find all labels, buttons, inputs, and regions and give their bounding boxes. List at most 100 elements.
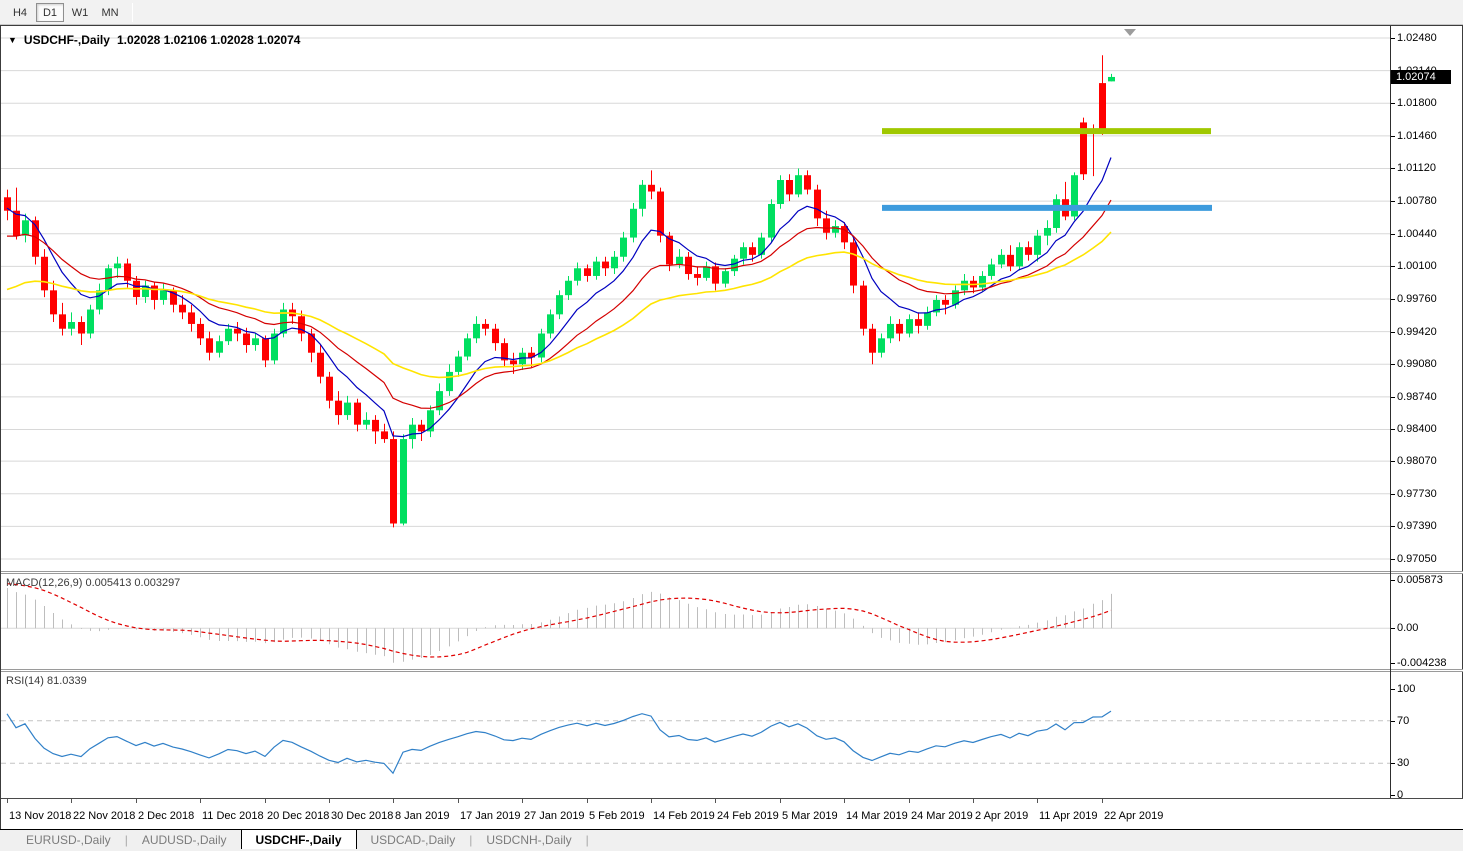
axis-tick-mark	[1391, 201, 1395, 202]
date-tick-mark	[522, 799, 523, 803]
date-axis-label: 22 Apr 2019	[1104, 810, 1163, 822]
date-axis-label: 30 Dec 2018	[331, 810, 393, 822]
date-tick-mark	[1102, 799, 1103, 803]
date-axis-label: 2 Dec 2018	[138, 810, 194, 822]
price-axis-label: 1.00100	[1397, 260, 1463, 273]
axis-tick-mark	[1391, 461, 1395, 462]
axis-tick-mark	[1391, 397, 1395, 398]
price-axis-label: 0.99420	[1397, 326, 1463, 339]
date-axis-label: 5 Feb 2019	[589, 810, 645, 822]
date-axis: 13 Nov 201822 Nov 20182 Dec 2018 11 Dec 2…	[1, 798, 1463, 829]
axis-tick-mark	[1391, 559, 1395, 560]
date-tick-mark	[651, 799, 652, 803]
toolbar-separator	[132, 3, 133, 22]
axis-tick-mark	[1391, 689, 1395, 690]
date-tick-mark	[200, 799, 201, 803]
macd-axis-label: 0.00	[1397, 622, 1463, 635]
macd-chart[interactable]	[1, 574, 1390, 669]
price-axis-label: 1.01800	[1397, 97, 1463, 110]
axis-tick-mark	[1391, 299, 1395, 300]
axis-tick-mark	[1391, 429, 1395, 430]
date-axis-label: 5 Mar 2019	[782, 810, 838, 822]
terminal-window: H4D1W1MN ▼ USDCHF-,Daily 1.02028 1.02106…	[0, 0, 1463, 851]
price-axis-label: 0.98400	[1397, 423, 1463, 436]
date-tick-mark	[973, 799, 974, 803]
axis-tick-mark	[1391, 234, 1395, 235]
date-axis-label: 24 Feb 2019	[717, 810, 779, 822]
axis-tick-mark	[1391, 526, 1395, 527]
date-axis-label: 8 Jan 2019	[395, 810, 449, 822]
date-tick-mark	[329, 799, 330, 803]
timeframe-button-w1[interactable]: W1	[66, 3, 94, 22]
timeframe-button-d1[interactable]: D1	[36, 3, 64, 22]
date-axis-label: 14 Mar 2019	[846, 810, 908, 822]
price-axis-label: 0.98740	[1397, 391, 1463, 404]
date-axis-label: 11 Dec 2018	[202, 810, 264, 822]
date-tick-mark	[7, 799, 8, 803]
scroll-to-end-marker[interactable]	[1124, 29, 1136, 36]
axis-tick-mark	[1391, 103, 1395, 104]
price-axis-label: 1.00440	[1397, 228, 1463, 241]
macd-pane[interactable]: MACD(12,26,9) 0.005413 0.003297	[1, 574, 1390, 669]
chart-tab-audusd[interactable]: AUDUSD-,Daily	[128, 830, 241, 849]
candlestick-chart[interactable]	[1, 26, 1390, 571]
chart-tab-usdcnh[interactable]: USDCNH-,Daily	[472, 830, 585, 849]
date-tick-mark	[458, 799, 459, 803]
axis-tick-mark	[1391, 266, 1395, 267]
date-tick-mark	[265, 799, 266, 803]
chart-symbol-label: USDCHF-,Daily	[24, 33, 110, 47]
date-axis-label: 17 Jan 2019	[460, 810, 521, 822]
timeframe-button-h4[interactable]: H4	[6, 3, 34, 22]
chart-tab-eurusd[interactable]: EURUSD-,Daily	[12, 830, 125, 849]
price-axis-label: 0.97390	[1397, 520, 1463, 533]
date-axis-label: 14 Feb 2019	[653, 810, 715, 822]
date-tick-mark	[909, 799, 910, 803]
date-axis-label: 20 Dec 2018	[267, 810, 329, 822]
macd-label: MACD(12,26,9) 0.005413 0.003297	[6, 577, 180, 589]
tab-separator: |	[586, 830, 589, 847]
rsi-pane[interactable]: RSI(14) 81.0339	[1, 672, 1390, 798]
date-axis-label: 22 Nov 2018	[73, 810, 135, 822]
axis-tick-mark	[1391, 494, 1395, 495]
chart-tabs: EURUSD-,Daily | AUDUSD-,DailyUSDCHF-,Daily…	[0, 829, 1463, 851]
rsi-chart[interactable]	[1, 672, 1390, 798]
chart-collapse-icon[interactable]: ▼	[8, 35, 17, 45]
axis-tick-mark	[1391, 38, 1395, 39]
chart-ohlc-values: 1.02028 1.02106 1.02028 1.02074	[117, 33, 301, 47]
price-axis-label: 0.99760	[1397, 293, 1463, 306]
date-axis-label: 27 Jan 2019	[524, 810, 585, 822]
chart-window: ▼ USDCHF-,Daily 1.02028 1.02106 1.02028 …	[0, 25, 1463, 829]
date-axis-label: 2 Apr 2019	[975, 810, 1028, 822]
axis-tick-mark	[1391, 663, 1395, 664]
date-tick-mark	[780, 799, 781, 803]
axis-tick-mark	[1391, 795, 1395, 796]
chart-title: ▼ USDCHF-,Daily 1.02028 1.02106 1.02028 …	[8, 33, 300, 47]
date-tick-mark	[136, 799, 137, 803]
price-axis-label: 1.02480	[1397, 32, 1463, 45]
rsi-axis-label: 30	[1397, 757, 1463, 770]
macd-axis-label: -0.004238	[1397, 657, 1463, 670]
price-axis-label: 0.98070	[1397, 455, 1463, 468]
price-axis-label: 1.01460	[1397, 130, 1463, 143]
axis-tick-mark	[1391, 721, 1395, 722]
price-pane[interactable]: ▼ USDCHF-,Daily 1.02028 1.02106 1.02028 …	[1, 26, 1390, 571]
price-axis-label: 1.00780	[1397, 195, 1463, 208]
price-axis-label: 0.97050	[1397, 553, 1463, 566]
current-price-tag: 1.02074	[1391, 70, 1451, 84]
date-axis-label: 13 Nov 2018	[9, 810, 71, 822]
macd-axis-label: 0.005873	[1397, 574, 1463, 587]
chart-tab-usdcad[interactable]: USDCAD-,Daily	[357, 830, 470, 849]
axis-tick-mark	[1391, 364, 1395, 365]
price-axis-label: 1.01120	[1397, 162, 1463, 175]
chart-tab-usdchf[interactable]: USDCHF-,Daily	[241, 829, 357, 849]
price-axis-border	[1390, 26, 1391, 798]
date-tick-mark	[587, 799, 588, 803]
date-axis-label: 11 Apr 2019	[1039, 810, 1098, 822]
price-axis-label: 0.97730	[1397, 488, 1463, 501]
date-tick-mark	[844, 799, 845, 803]
axis-tick-mark	[1391, 332, 1395, 333]
date-tick-mark	[1037, 799, 1038, 803]
timeframe-button-mn[interactable]: MN	[96, 3, 124, 22]
date-axis-label: 24 Mar 2019	[911, 810, 973, 822]
rsi-axis-label: 70	[1397, 715, 1463, 728]
